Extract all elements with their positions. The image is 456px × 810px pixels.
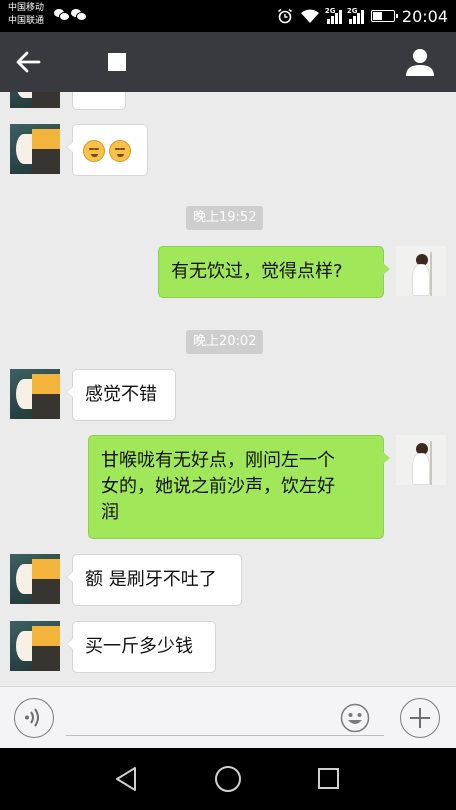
chat-area[interactable]: 晚上19:52 有无饮过，觉得点样? 晚上20:02 感觉不错 甘喉咙有无好点，… — [0, 92, 456, 686]
person-icon[interactable] — [406, 47, 434, 77]
message-text: 买一斤多少钱 — [85, 636, 193, 657]
wechat-notification-icon — [54, 9, 70, 21]
battery-icon — [370, 10, 398, 22]
contact-avatar[interactable] — [10, 554, 60, 604]
circle-home-icon[interactable] — [215, 766, 241, 792]
message-bubble-incoming[interactable] — [66, 124, 148, 176]
voice-waves-icon — [25, 708, 39, 727]
contact-avatar[interactable] — [10, 124, 60, 174]
message-text: 额 是刷牙不吐了 — [85, 569, 217, 590]
input-bar — [0, 686, 456, 748]
triangle-back-icon[interactable] — [114, 766, 138, 792]
message-bubble-incoming[interactable]: 感觉不错 — [66, 369, 176, 421]
contact-avatar[interactable] — [10, 369, 60, 419]
my-avatar[interactable] — [396, 246, 446, 296]
message-text-line: 女的，她说之前沙声，饮左好 — [101, 476, 335, 497]
signal-icon: 2G — [324, 7, 342, 24]
message-bubble-outgoing[interactable]: 有无饮过，觉得点样? — [158, 246, 390, 298]
status-right: 2G 2G 20:04 — [277, 0, 448, 32]
system-nav-bar — [0, 748, 456, 810]
wechat-notification-icon — [71, 9, 87, 21]
dizzy-emoji-icon — [83, 140, 105, 162]
smiley-icon[interactable] — [340, 703, 370, 733]
carrier-info: 中国移动 中国联通 — [8, 2, 44, 28]
notification-icons — [54, 9, 87, 21]
contact-avatar[interactable] — [10, 92, 60, 108]
square-recent-icon[interactable] — [318, 768, 339, 789]
carrier-2: 中国联通 — [8, 16, 45, 26]
message-text-line: 润 — [101, 502, 119, 523]
message-timestamp: 晚上19:52 — [186, 206, 264, 230]
contact-name-redacted — [108, 53, 126, 71]
carrier-1: 中国移动 — [8, 3, 45, 13]
contact-avatar[interactable] — [10, 621, 60, 671]
message-bubble-incoming[interactable]: 额 是刷牙不吐了 — [66, 554, 242, 606]
wifi-icon — [300, 9, 319, 23]
message-timestamp: 晚上20:02 — [186, 330, 264, 354]
arrow-left-icon[interactable] — [14, 48, 42, 76]
clock: 20:04 — [401, 6, 448, 26]
message-input[interactable] — [66, 735, 384, 736]
message-text-line: 甘喉咙有无好点，刚问左一个 — [101, 450, 335, 471]
signal-icon: 2G — [346, 7, 364, 24]
status-bar: 中国移动 中国联通 2G 2G 20:04 — [0, 0, 456, 32]
sleepy-emoji-icon — [109, 140, 131, 162]
title-bar — [0, 32, 456, 92]
network-type-1: 2G — [324, 7, 336, 15]
message-text: 有无饮过，觉得点样? — [171, 261, 343, 282]
voice-icon[interactable] — [14, 698, 54, 738]
message-bubble-incoming[interactable]: 买一斤多少钱 — [66, 621, 216, 673]
plus-icon[interactable] — [400, 698, 440, 738]
network-type-2: 2G — [346, 7, 358, 15]
message-bubble-outgoing[interactable]: 甘喉咙有无好点，刚问左一个 女的，她说之前沙声，饮左好 润 — [88, 435, 390, 539]
alarm-icon — [277, 8, 292, 24]
message-text: 感觉不错 — [85, 384, 157, 405]
message-bubble-incoming[interactable] — [72, 92, 126, 110]
my-avatar[interactable] — [396, 435, 446, 485]
